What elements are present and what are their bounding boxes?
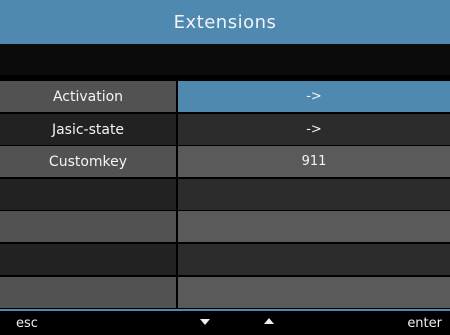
- menu-row-customkey[interactable]: Customkey 911: [0, 146, 450, 177]
- menu-row-value: ->: [178, 81, 450, 112]
- menu-row-value: ->: [178, 114, 450, 145]
- esc-button[interactable]: esc: [16, 316, 38, 331]
- title-bar: Extensions: [0, 0, 450, 44]
- menu-row-value: 911: [178, 146, 450, 177]
- triangle-up-icon[interactable]: [264, 318, 274, 324]
- enter-button[interactable]: enter: [407, 316, 442, 331]
- menu-row-jasic-state[interactable]: Jasic-state ->: [0, 114, 450, 145]
- empty-row: [0, 179, 450, 210]
- menu-row-label: Activation: [0, 81, 176, 112]
- empty-row: [0, 244, 450, 275]
- spacer-row: [0, 44, 450, 75]
- page-title: Extensions: [173, 11, 277, 33]
- menu-row-label: Customkey: [0, 146, 176, 177]
- empty-row: [0, 277, 450, 308]
- triangle-down-icon[interactable]: [200, 319, 210, 325]
- menu-row-activation[interactable]: Activation ->: [0, 81, 450, 112]
- menu-row-label: Jasic-state: [0, 114, 176, 145]
- softkey-bar: esc enter: [0, 311, 450, 335]
- empty-row: [0, 211, 450, 242]
